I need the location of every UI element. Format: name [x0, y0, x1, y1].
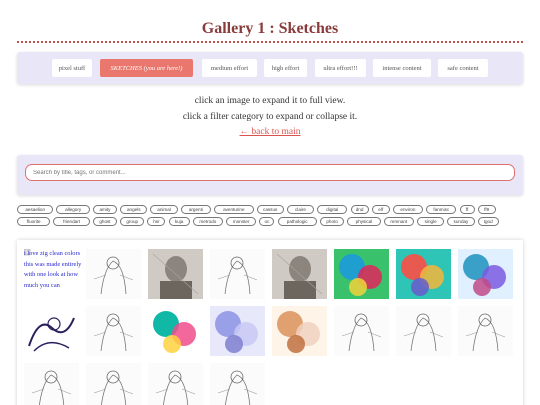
tag-photo[interactable]: photo — [320, 217, 345, 226]
tag-animal[interactable]: animal — [150, 205, 178, 214]
tag-ghost[interactable]: ghost — [92, 217, 118, 226]
tag-remnant[interactable]: remnant — [383, 217, 414, 226]
thumb-18[interactable] — [86, 363, 141, 405]
tag-physical[interactable]: physical — [347, 217, 381, 226]
tag-single[interactable]: single — [417, 217, 445, 226]
thumb-17[interactable] — [24, 363, 79, 405]
nav-ultra-effort[interactable]: ultra effort!!! — [315, 59, 366, 77]
thumb-9[interactable] — [24, 306, 79, 356]
tag-oc[interactable]: oc — [259, 217, 275, 226]
nav-intense-content[interactable]: intense content — [373, 59, 431, 77]
tag-monster[interactable]: monster — [226, 217, 257, 226]
tag-hsr[interactable]: hsr — [147, 217, 166, 226]
nav-safe-content[interactable]: safe content — [438, 59, 488, 77]
thumb-16[interactable] — [458, 306, 513, 356]
instruction-filter: click a filter category to expand or col… — [182, 112, 358, 122]
category-nav: pixel stuff SKETCHES (you are here!) med… — [17, 52, 523, 84]
tag-aventurine[interactable]: aventurine — [214, 205, 254, 214]
thumb-5[interactable] — [272, 249, 327, 299]
tag-claire[interactable]: claire — [286, 205, 315, 214]
nav-medium-effort[interactable]: medium effort — [202, 59, 257, 77]
tag-argenti[interactable]: argenti — [180, 205, 212, 214]
thumb-7[interactable] — [396, 249, 451, 299]
tag-fanmisc[interactable]: fanmisc — [426, 205, 457, 214]
thumb-20[interactable] — [210, 363, 265, 405]
title-divider — [17, 41, 523, 43]
nav-pixel-stuff[interactable]: pixel stuff — [52, 59, 92, 77]
thumb-15[interactable] — [396, 306, 451, 356]
broken-image-alt-text[interactable]: i love zig clean colors this was made en… — [24, 249, 82, 291]
tag-environ[interactable]: environ — [392, 205, 424, 214]
tag-kuja[interactable]: kuja — [168, 217, 190, 226]
thumb-4[interactable] — [210, 249, 265, 299]
tag-metrodo[interactable]: metrodo — [192, 217, 224, 226]
tag-ff[interactable]: ff — [459, 205, 475, 214]
thumb-6[interactable] — [334, 249, 389, 299]
thumb-2[interactable] — [86, 249, 141, 299]
tag-allegory[interactable]: allegory — [56, 205, 90, 214]
thumb-8[interactable] — [458, 249, 513, 299]
nav-high-effort[interactable]: high effort — [264, 59, 307, 77]
tag-fluorite[interactable]: fluorite — [17, 217, 51, 226]
nav-sketches[interactable]: SKETCHES (you are here!) — [100, 59, 193, 77]
tag-sunday[interactable]: sunday — [447, 217, 475, 226]
tag-amity[interactable]: amity — [92, 205, 118, 214]
thumb-11[interactable] — [148, 306, 203, 356]
tag-ff9[interactable]: ff9 — [477, 205, 496, 214]
tag-angels[interactable]: angels — [120, 205, 148, 214]
page-title: Gallery 1 : Sketches — [201, 20, 339, 37]
tag-elf[interactable]: elf — [371, 205, 390, 214]
tag-tgod[interactable]: tgod — [477, 217, 499, 226]
tag-friendart[interactable]: friendart — [53, 217, 90, 226]
back-to-main-link[interactable]: ← back to main — [0, 127, 540, 137]
tag-group[interactable]: group — [120, 217, 145, 226]
tag-dnd[interactable]: dnd — [350, 205, 369, 214]
thumb-13[interactable] — [272, 306, 327, 356]
thumb-10[interactable] — [86, 306, 141, 356]
instruction-expand: click an image to expand it to full view… — [194, 96, 346, 106]
thumb-12[interactable] — [210, 306, 265, 356]
tag-cassus[interactable]: cassus — [256, 205, 284, 214]
tag-digital[interactable]: digital — [317, 205, 348, 214]
thumb-19[interactable] — [148, 363, 203, 405]
tag-pathologic[interactable]: pathologic — [277, 217, 317, 226]
search-input[interactable] — [25, 164, 515, 181]
tag-aesaelion[interactable]: aesaelion — [17, 205, 54, 214]
thumb-14[interactable] — [334, 306, 389, 356]
thumb-3[interactable] — [148, 249, 203, 299]
search-panel — [17, 155, 523, 195]
